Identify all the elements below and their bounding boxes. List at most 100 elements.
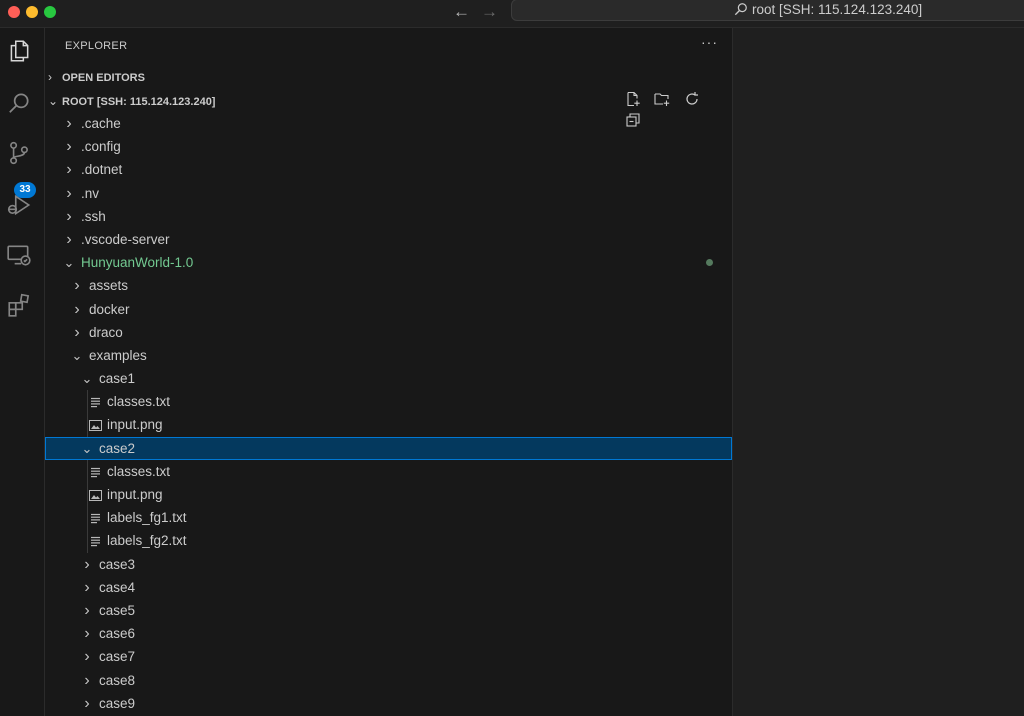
tree-folder-row[interactable]: › .dotnet [45, 158, 732, 181]
chevron-down-icon[interactable]: ⌄ [69, 344, 85, 367]
tree-item-label: case8 [99, 672, 136, 688]
tree-file-row[interactable]: input.png [45, 483, 732, 506]
chevron-down-icon[interactable]: ⌄ [79, 367, 95, 390]
chevron-down-icon[interactable]: ⌄ [61, 251, 77, 274]
command-center-search[interactable]: root [SSH: 115.124.123.240] [511, 0, 1024, 21]
run-debug-icon[interactable] [6, 192, 34, 220]
tree-file-row[interactable]: input.png [45, 413, 732, 436]
extensions-icon[interactable] [6, 292, 34, 320]
new-folder-icon[interactable] [654, 91, 679, 112]
text-file-icon [87, 392, 103, 415]
tree-item-label: HunyuanWorld-1.0 [81, 255, 194, 271]
tree-item-label: assets [89, 278, 129, 294]
more-actions-icon[interactable]: ··· [701, 34, 718, 50]
tree-folder-row[interactable]: › .vscode-server [45, 228, 732, 251]
chevron-right-icon: › [48, 70, 52, 84]
editor-area [733, 28, 1024, 716]
tree-folder-row[interactable]: › case5 [45, 599, 732, 622]
tree-item-label: case5 [99, 602, 136, 618]
tree-folder-row[interactable]: › case3 [45, 553, 732, 576]
refresh-icon[interactable] [684, 91, 709, 112]
chevron-right-icon[interactable]: › [69, 298, 85, 321]
tree-item-label: input.png [107, 487, 163, 502]
chevron-right-icon[interactable]: › [61, 112, 77, 135]
tree-item-label: case9 [99, 695, 136, 711]
chevron-right-icon[interactable]: › [79, 669, 95, 692]
tree-item-label: .ssh [81, 208, 106, 224]
chevron-right-icon[interactable]: › [79, 622, 95, 645]
tree-file-row[interactable]: classes.txt [45, 390, 732, 413]
tree-folder-row[interactable]: › case7 [45, 645, 732, 668]
title-bar: ← → root [SSH: 115.124.123.240] [0, 0, 1024, 28]
chevron-right-icon[interactable]: › [69, 274, 85, 297]
chevron-right-icon[interactable]: › [61, 228, 77, 251]
explorer-files-icon[interactable] [6, 38, 34, 66]
chevron-right-icon[interactable]: › [79, 576, 95, 599]
close-window-button[interactable] [8, 6, 20, 18]
chevron-right-icon[interactable]: › [79, 645, 95, 668]
explorer-sidebar: EXPLORER ··· › OPEN EDITORS ⌄ ROOT [SSH: 1… [45, 28, 733, 716]
arrow-right-icon[interactable]: → [481, 2, 498, 22]
tree-item-label: .vscode-server [81, 231, 170, 247]
open-editors-header[interactable]: › OPEN EDITORS [48, 70, 145, 84]
tree-item-label: labels_fg2.txt [107, 533, 187, 549]
tree-file-row[interactable]: labels_fg1.txt [45, 506, 732, 529]
tree-folder-row[interactable]: › .nv [45, 182, 732, 205]
chevron-down-icon: ⌄ [48, 94, 59, 108]
tree-folder-row[interactable]: › draco [45, 321, 732, 344]
chevron-right-icon[interactable]: › [69, 321, 85, 344]
file-tree: › .cache › .config › .dotnet › .nv › .ssh › .vscode… [45, 112, 732, 715]
chevron-down-icon[interactable]: ⌄ [79, 437, 95, 460]
indent-guide [87, 390, 88, 437]
chevron-right-icon[interactable]: › [61, 158, 77, 181]
tree-item-label: case1 [99, 371, 136, 387]
tree-item-label: classes.txt [107, 463, 171, 479]
tree-folder-row[interactable]: › case6 [45, 622, 732, 645]
chevron-right-icon[interactable]: › [61, 205, 77, 228]
tree-file-row[interactable]: labels_fg2.txt [45, 529, 732, 552]
maximize-window-button[interactable] [44, 6, 56, 18]
new-file-icon[interactable] [625, 91, 650, 112]
text-file-icon [87, 531, 103, 554]
search-icon[interactable] [6, 90, 34, 118]
tree-item-label: .cache [81, 116, 121, 131]
activity-bar: 33 [0, 28, 45, 716]
tree-folder-row[interactable]: ⌄ examples [45, 344, 732, 367]
tree-folder-row[interactable]: › docker [45, 298, 732, 321]
command-center-label: root [SSH: 115.124.123.240] [752, 2, 923, 17]
chevron-right-icon[interactable]: › [79, 692, 95, 715]
tree-item-label: .config [81, 139, 121, 155]
chevron-right-icon[interactable]: › [79, 599, 95, 622]
tree-folder-row[interactable]: ⌄ case2 [45, 436, 732, 460]
tree-item-label: examples [89, 347, 147, 363]
tree-folder-row[interactable]: ⌄ case1 [45, 367, 732, 390]
tree-folder-row[interactable]: › assets [45, 274, 732, 297]
tree-file-row[interactable]: classes.txt [45, 460, 732, 483]
tree-item-label: .nv [81, 185, 100, 201]
chevron-right-icon[interactable]: › [61, 182, 77, 205]
tree-folder-row[interactable]: › .cache [45, 112, 732, 135]
tree-item-label: case2 [99, 440, 136, 456]
tree-folder-row[interactable]: › case9 [45, 692, 732, 715]
tree-folder-row[interactable]: › case8 [45, 669, 732, 692]
minimize-window-button[interactable] [26, 6, 38, 18]
source-control-icon[interactable] [6, 140, 34, 168]
tree-item-label: docker [89, 301, 130, 317]
tree-folder-row[interactable]: › case4 [45, 576, 732, 599]
open-editors-label: OPEN EDITORS [62, 72, 145, 84]
tree-item-label: .dotnet [81, 162, 123, 178]
tree-item-label: case7 [99, 649, 136, 665]
chevron-right-icon[interactable]: › [61, 135, 77, 158]
arrow-left-icon[interactable]: ← [453, 2, 470, 22]
remote-explorer-icon[interactable] [6, 242, 34, 270]
chevron-right-icon[interactable]: › [79, 553, 95, 576]
explorer-title: EXPLORER [65, 40, 128, 52]
tree-folder-row[interactable]: › .config [45, 135, 732, 158]
text-file-icon [87, 462, 103, 485]
tree-item-label: case4 [99, 579, 136, 595]
tree-folder-row[interactable]: › .ssh [45, 205, 732, 228]
tree-folder-row[interactable]: ⌄ HunyuanWorld-1.0 [45, 251, 732, 274]
tree-item-label: case6 [99, 626, 136, 642]
tree-item-label: draco [89, 324, 123, 340]
root-folder-header[interactable]: ⌄ ROOT [SSH: 115.124.123.240] [48, 94, 215, 108]
